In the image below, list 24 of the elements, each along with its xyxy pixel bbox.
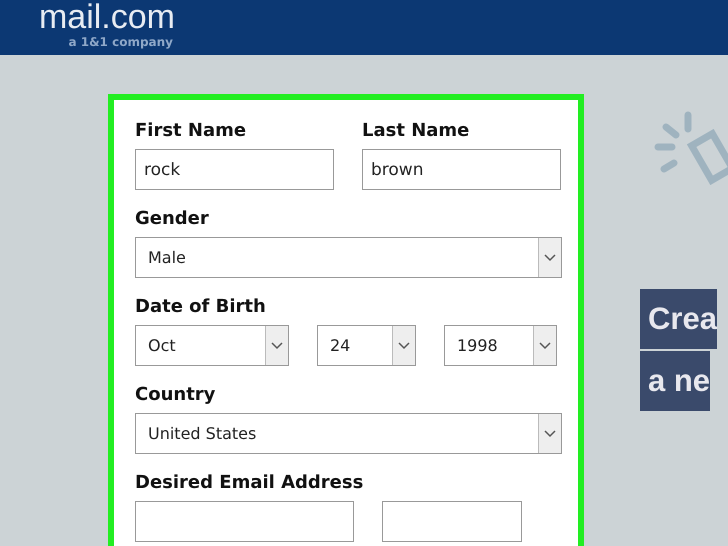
field-label: Desired Email Address xyxy=(135,472,364,493)
field-label: Last Name xyxy=(362,120,470,141)
chevron-down-icon xyxy=(544,430,556,438)
chevron-down-icon xyxy=(271,342,283,350)
field-label: First Name xyxy=(135,120,246,141)
dropdown-field[interactable]: 1998 xyxy=(444,325,557,366)
input-field[interactable]: brown xyxy=(362,149,561,190)
dropdown-field[interactable] xyxy=(382,501,522,542)
banner-heading: a ne xyxy=(640,351,710,411)
field-label: Country xyxy=(135,384,216,405)
dropdown-field[interactable]: United States xyxy=(135,413,562,454)
logo-text[interactable]: mail.com xyxy=(38,0,175,34)
dropdown-field[interactable]: 24 xyxy=(317,325,416,366)
chevron-down-icon xyxy=(398,342,410,350)
chevron-down-icon xyxy=(539,342,551,350)
field-label: Gender xyxy=(135,208,209,229)
field-label: Date of Birth xyxy=(135,296,266,317)
input-field[interactable]: rock xyxy=(135,149,334,190)
dropdown-field[interactable]: Oct xyxy=(135,325,289,366)
chevron-down-icon xyxy=(544,254,556,262)
tagline: a 1&1 company xyxy=(68,35,173,49)
banner-heading: Crea xyxy=(640,289,717,349)
dropdown-field[interactable]: Male xyxy=(135,237,562,278)
input-field[interactable] xyxy=(135,501,354,542)
